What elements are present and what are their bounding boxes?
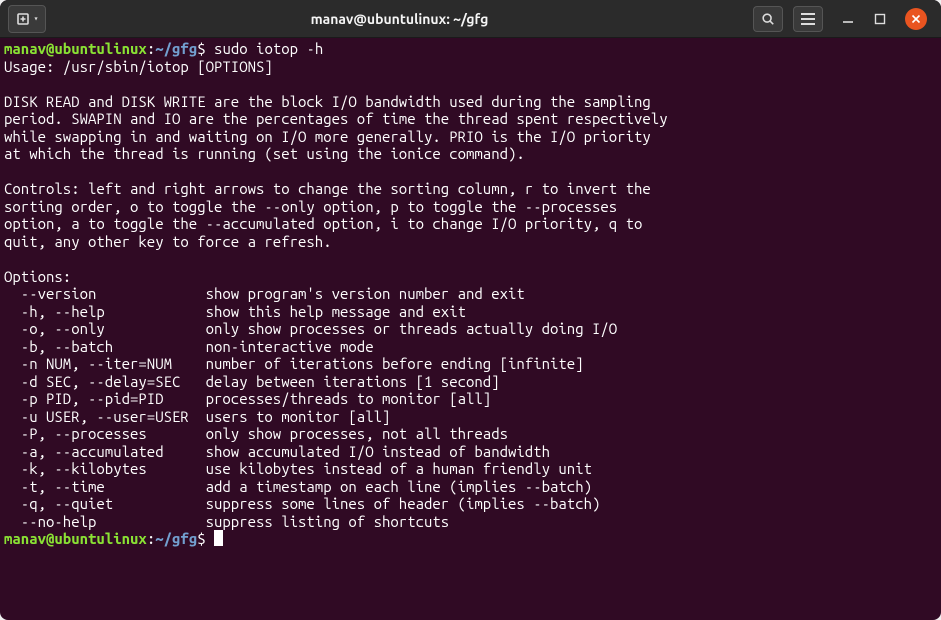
window-title: manav@ubuntulinux: ~/gfg	[54, 11, 745, 27]
command-text: sudo iotop -h	[214, 40, 323, 57]
output-line: -t, --time add a timestamp on each line …	[4, 478, 592, 495]
prompt-symbol: $	[197, 40, 205, 57]
maximize-button[interactable]	[873, 12, 887, 26]
hamburger-icon	[801, 13, 815, 25]
output-line: -d SEC, --delay=SEC delay between iterat…	[4, 373, 500, 390]
search-button[interactable]	[753, 6, 783, 32]
titlebar-left-controls: ▾	[8, 5, 46, 33]
prompt-symbol: $	[197, 530, 205, 547]
output-line: -q, --quiet suppress some lines of heade…	[4, 495, 600, 512]
output-line: Controls: left and right arrows to chang…	[4, 180, 651, 197]
output-line: --no-help suppress listing of shortcuts	[4, 513, 449, 530]
prompt-user: manav@ubuntulinux	[4, 40, 147, 57]
maximize-icon	[874, 13, 886, 25]
chevron-down-icon: ▾	[34, 14, 39, 23]
minimize-icon	[842, 13, 854, 25]
new-tab-icon	[16, 11, 32, 27]
prompt-user: manav@ubuntulinux	[4, 530, 147, 547]
output-line: --version show program's version number …	[4, 285, 525, 302]
menu-button[interactable]	[793, 6, 823, 32]
prompt-path: ~/gfg	[155, 40, 197, 57]
close-icon	[911, 14, 921, 24]
terminal-content: manav@ubuntulinux:~/gfg$ sudo iotop -h U…	[4, 40, 937, 548]
output-line: -P, --processes only show processes, not…	[4, 425, 508, 442]
prompt-separator: :	[147, 530, 155, 547]
output-line: -u USER, --user=USER users to monitor [a…	[4, 408, 390, 425]
output-line: period. SWAPIN and IO are the percentage…	[4, 110, 668, 127]
output-line: while swapping in and waiting on I/O mor…	[4, 128, 651, 145]
titlebar: ▾ manav@ubuntulinux: ~/gfg	[0, 0, 941, 38]
close-button[interactable]	[905, 8, 927, 30]
terminal-window: ▾ manav@ubuntulinux: ~/gfg	[0, 0, 941, 620]
titlebar-right-controls	[753, 6, 933, 32]
output-line: -n NUM, --iter=NUM number of iterations …	[4, 355, 584, 372]
output-line: -p PID, --pid=PID processes/threads to m…	[4, 390, 491, 407]
window-controls	[841, 8, 927, 30]
output-line: -o, --only only show processes or thread…	[4, 320, 617, 337]
prompt-separator: :	[147, 40, 155, 57]
output-line: Usage: /usr/sbin/iotop [OPTIONS]	[4, 58, 273, 75]
output-line: -h, --help show this help message and ex…	[4, 303, 466, 320]
minimize-button[interactable]	[841, 12, 855, 26]
output-line: quit, any other key to force a refresh.	[4, 233, 332, 250]
output-line: at which the thread is running (set usin…	[4, 145, 525, 162]
search-icon	[761, 12, 775, 26]
output-line: DISK READ and DISK WRITE are the block I…	[4, 93, 651, 110]
output-line: -k, --kilobytes use kilobytes instead of…	[4, 460, 592, 477]
prompt-path: ~/gfg	[155, 530, 197, 547]
output-line: Options:	[4, 268, 71, 285]
new-tab-button[interactable]: ▾	[8, 5, 46, 33]
terminal-viewport[interactable]: manav@ubuntulinux:~/gfg$ sudo iotop -h U…	[0, 38, 941, 620]
output-line: sorting order, o to toggle the --only op…	[4, 198, 617, 215]
output-line: -b, --batch non-interactive mode	[4, 338, 374, 355]
text-cursor	[214, 530, 223, 546]
output-line: option, a to toggle the --accumulated op…	[4, 215, 642, 232]
output-line: -a, --accumulated show accumulated I/O i…	[4, 443, 550, 460]
